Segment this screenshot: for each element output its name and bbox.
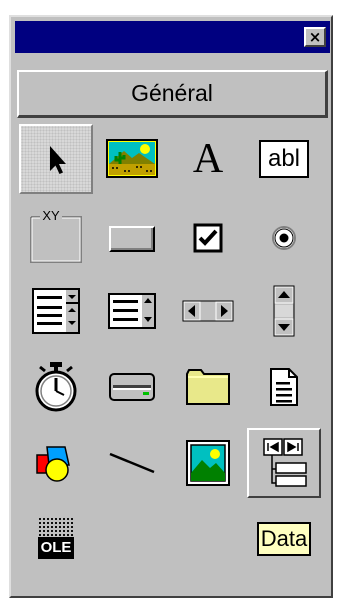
tool-textbox[interactable]: abl: [247, 124, 321, 194]
tool-image[interactable]: [171, 428, 245, 498]
tool-line[interactable]: [95, 428, 169, 498]
tool-hscrollbar[interactable]: [171, 276, 245, 346]
tool-label[interactable]: A: [171, 124, 245, 194]
ole-dots: [38, 517, 74, 537]
tool-optionbutton[interactable]: [247, 200, 321, 270]
ole-icon: OLE: [36, 517, 76, 561]
data-label: Data: [260, 526, 308, 551]
commandbutton-icon: [109, 226, 155, 252]
tool-data[interactable]: Data: [247, 504, 321, 574]
tool-combobox[interactable]: [19, 276, 93, 346]
tool-shape[interactable]: [19, 428, 93, 498]
data-icon: Data: [256, 522, 312, 556]
timer-icon: [35, 362, 77, 412]
tool-picturebox[interactable]: [95, 124, 169, 194]
tool-listbox[interactable]: [95, 276, 169, 346]
picturebox-icon: [106, 139, 158, 178]
tool-dirlistbox[interactable]: [171, 352, 245, 422]
close-button[interactable]: ×: [304, 27, 326, 47]
tab-general[interactable]: Général: [17, 70, 328, 118]
textbox-icon: abl: [259, 140, 309, 178]
title-bar[interactable]: ×: [15, 21, 330, 53]
tool-vscrollbar[interactable]: [247, 276, 321, 346]
listbox-icon: [108, 293, 156, 329]
checkbox-icon: [193, 223, 223, 253]
dirlistbox-icon: [186, 369, 230, 405]
close-icon: ×: [308, 28, 322, 46]
frame-caption: XY: [42, 208, 60, 223]
tool-pointer[interactable]: [19, 124, 93, 194]
combobox-icon: [32, 288, 80, 334]
drivelistbox-icon: [109, 373, 155, 401]
toolbox-window: × Général A abl XY OLE Data: [9, 15, 333, 598]
tool-checkbox[interactable]: [171, 200, 245, 270]
filelistbox-icon: [270, 368, 298, 406]
tool-timer[interactable]: [19, 352, 93, 422]
ole-label: OLE: [38, 537, 74, 559]
textbox-glyph: abl: [267, 145, 301, 172]
optionbutton-icon: [272, 226, 296, 250]
tool-frame[interactable]: XY: [19, 200, 93, 270]
tool-datacontrol-nav[interactable]: [247, 428, 321, 498]
data-navigator-icon: [263, 438, 307, 487]
shape-icon: [36, 446, 70, 482]
pointer-icon: [50, 146, 66, 174]
image-icon: [186, 440, 230, 486]
line-icon: [109, 452, 155, 474]
tool-commandbutton[interactable]: [95, 200, 169, 270]
frame-icon: XY: [30, 208, 82, 263]
tool-drivelistbox[interactable]: [95, 352, 169, 422]
label-icon: A: [192, 136, 224, 182]
vscrollbar-icon: [273, 285, 295, 337]
tool-filelistbox[interactable]: [247, 352, 321, 422]
hscrollbar-icon: [182, 300, 234, 322]
tool-ole[interactable]: OLE: [19, 504, 93, 574]
